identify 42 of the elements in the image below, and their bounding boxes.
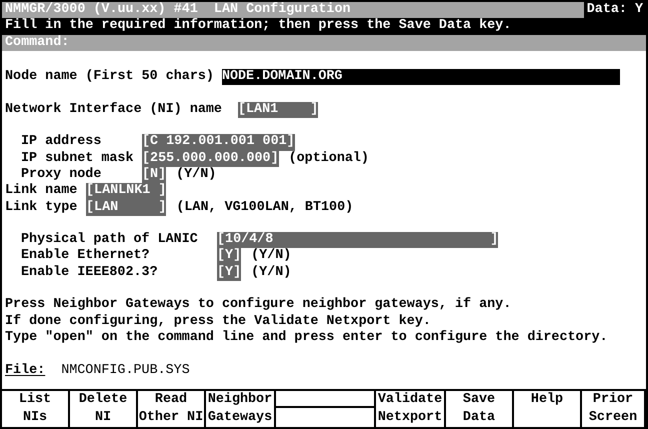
input-field[interactable]: [Y] [217,248,242,265]
softkey-button[interactable]: Delete NI [70,391,138,427]
input-field[interactable]: [LAN ] [86,200,166,216]
instruction-text: Type "open" on the command line and press enter to configure the directory. [5,330,608,346]
ni-name-field[interactable]: [LAN1 ] [238,102,318,118]
status-message: Fill in the required information; then press the Save Data key. [4,18,512,35]
input-field[interactable]: [255.000.000.000] [142,150,279,167]
instruction-text: Press Neighbor Gateways to configure neighbor gateways, if any. [5,297,512,314]
field-label: Link name [5,183,78,200]
input-field[interactable]: [LANLNK1 ] [86,183,166,200]
field-hint: (optional) [288,150,369,167]
field-label: Physical path of LANIC [21,232,199,248]
softkey-button[interactable]: Validate Netxport [376,391,446,427]
data-flag: Data: Y [584,2,646,18]
node-name-field[interactable]: NODE.DOMAIN.ORG [222,69,620,86]
field-hint: (Y/N) [251,264,292,282]
field-label: Node name (First 50 chars) [5,69,214,86]
softkey-button[interactable]: Prior Screen [582,391,646,427]
input-field[interactable]: [C 192.001.001 001] [142,134,295,151]
field-label: Link type [5,200,78,216]
input-field[interactable]: [Y] [217,264,242,282]
softkey-button[interactable]: Save Data [446,391,514,427]
field-label: IP address [21,134,102,151]
field-hint: (LAN, VG100LAN, BT100) [176,200,354,216]
screen-title: NMMGR/3000 (V.uu.xx) #41 LAN Configuration [5,2,351,18]
field-label: IP subnet mask [21,150,134,167]
field-label: Enable IEEE802.3? [21,264,159,282]
command-label: Command: [4,34,70,51]
input-field[interactable]: [10/4/8 ] [217,232,498,248]
input-field[interactable]: [N] [142,166,166,184]
field-hint: (Y/N) [176,166,216,184]
file-label: File: [5,362,46,379]
field-label: Enable Ethernet? [21,248,151,265]
softkey-button[interactable]: Neighbor Gateways [206,391,276,427]
softkey-button[interactable]: Help [514,391,582,427]
file-name: NMCONFIG.PUB.SYS [61,362,190,379]
softkey-button[interactable]: List NIs [2,391,70,427]
field-label: Network Interface (NI) name [5,102,222,118]
instruction-text: If done configuring, press the Validate Netxport key. [5,314,431,330]
field-label: Proxy node [21,166,102,183]
softkey-button[interactable]: Read Other NI [138,391,206,427]
field-hint: (Y/N) [251,248,292,265]
